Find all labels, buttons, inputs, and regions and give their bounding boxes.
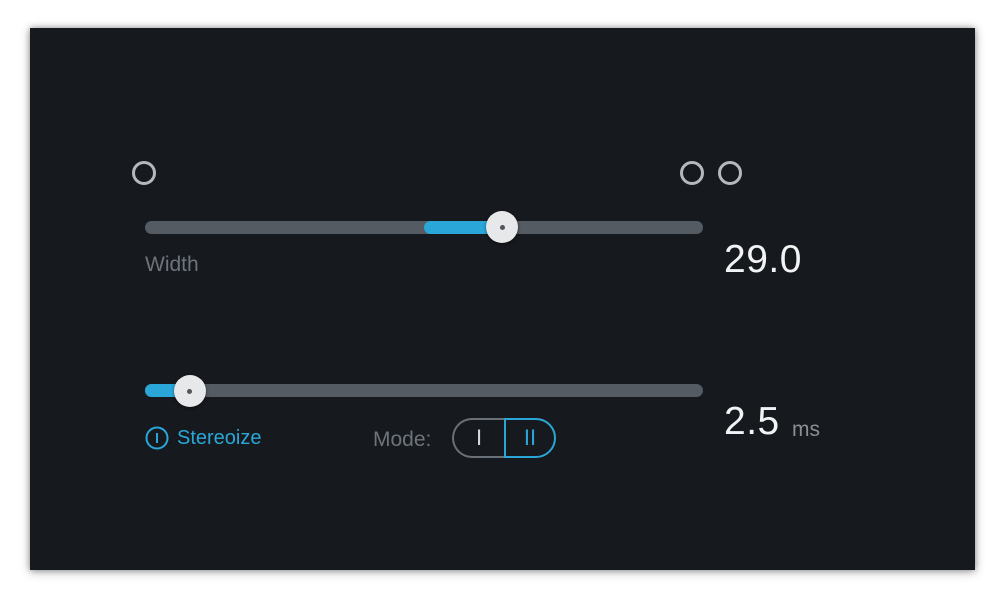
stereoize-toggle[interactable]: Stereoize	[145, 426, 262, 450]
width-slider-handle[interactable]	[486, 211, 519, 243]
width-slider-track[interactable]	[145, 221, 703, 234]
width-value: 29.0	[724, 238, 802, 281]
stereo-circle-right-icon	[718, 161, 742, 185]
delay-unit: ms	[792, 418, 820, 441]
delay-slider-handle[interactable]	[173, 375, 206, 407]
mono-circle-icon	[132, 161, 156, 185]
mode-label: Mode:	[373, 428, 432, 451]
stereo-imager-panel: Width 29.0 2.5 ms Stereoize Mode: I II	[30, 28, 975, 570]
mode-option-i[interactable]: I	[452, 418, 504, 458]
power-icon	[145, 426, 169, 450]
mode-selector: I II	[452, 418, 556, 458]
width-label: Width	[145, 253, 199, 276]
delay-value: 2.5	[724, 400, 780, 443]
mode-option-ii[interactable]: II	[504, 418, 556, 458]
stereo-circle-left-icon	[680, 161, 704, 185]
delay-slider-track[interactable]	[145, 384, 703, 397]
stereoize-label: Stereoize	[177, 426, 262, 449]
